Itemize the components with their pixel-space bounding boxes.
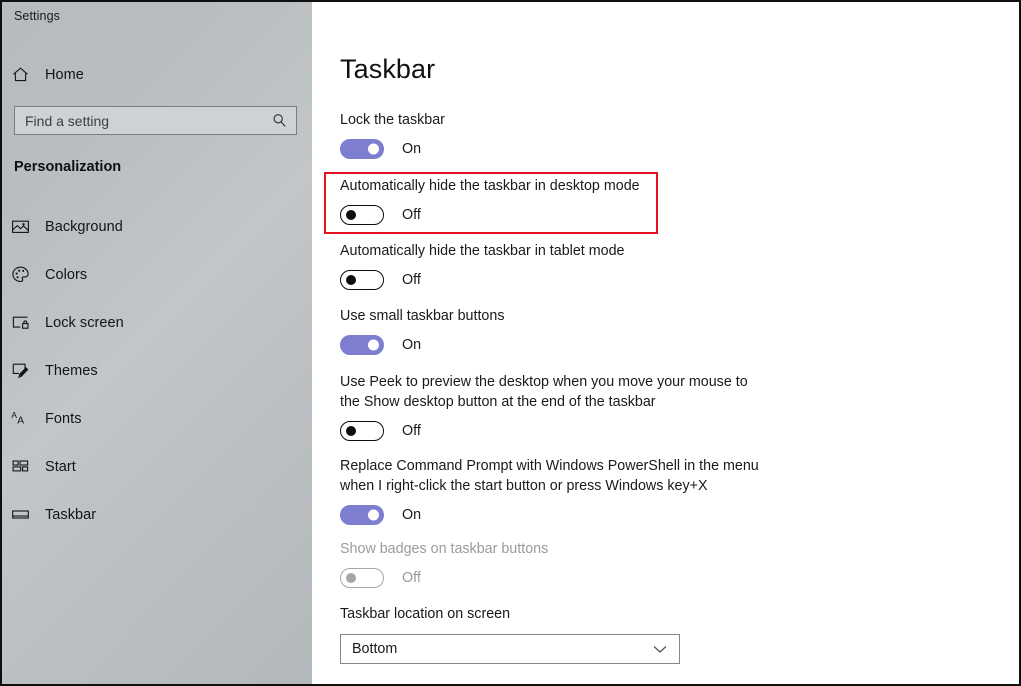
search-icon	[272, 113, 287, 128]
sidebar-item-home[interactable]: Home	[2, 59, 312, 90]
taskbar-icon	[11, 505, 45, 524]
lock-screen-icon	[11, 313, 45, 332]
settings-window: Settings Home Personalization	[0, 0, 1021, 686]
sidebar-item-themes[interactable]: Themes	[2, 355, 312, 386]
setting-label: Automatically hide the taskbar in tablet…	[340, 243, 625, 259]
toggle-row: Off	[340, 568, 548, 588]
search-input[interactable]	[25, 107, 255, 134]
toggle-state-label: Off	[402, 272, 421, 288]
sidebar-item-fonts-label: Fonts	[45, 410, 82, 427]
palette-icon	[11, 265, 45, 284]
brush-icon	[11, 361, 45, 380]
image-icon	[11, 217, 45, 236]
setting-auto-hide-desktop-mode: Automatically hide the taskbar in deskto…	[340, 176, 640, 225]
toggle-row: On	[340, 139, 445, 159]
home-icon	[11, 65, 45, 84]
setting-use-small-taskbar-buttons: Use small taskbar buttons On	[340, 306, 504, 355]
svg-text:A: A	[17, 415, 24, 426]
setting-label: Taskbar location on screen	[340, 606, 511, 622]
dropdown-selected-value: Bottom	[352, 641, 398, 657]
setting-show-badges: Show badges on taskbar buttons Off	[340, 539, 548, 588]
setting-label: Use small taskbar buttons	[340, 308, 505, 324]
toggle-state-label: Off	[402, 570, 421, 586]
page-title: Taskbar	[340, 54, 436, 84]
toggle-state-label: On	[402, 337, 422, 353]
window-title: Settings	[14, 9, 60, 23]
toggle-row: Off	[340, 421, 770, 441]
toggle-state-label: On	[402, 507, 422, 523]
setting-label: Automatically hide the taskbar in deskto…	[340, 178, 640, 194]
main-content: Taskbar Lock the taskbar On Automaticall…	[312, 2, 1019, 684]
sidebar-item-background[interactable]: Background	[2, 211, 312, 242]
setting-label: Lock the taskbar	[340, 112, 445, 128]
setting-taskbar-location: Taskbar location on screen Bottom	[340, 604, 680, 664]
sidebar-item-taskbar-label: Taskbar	[45, 506, 97, 523]
chevron-down-icon	[653, 645, 667, 654]
setting-label: Replace Command Prompt with Windows Powe…	[340, 458, 759, 494]
sidebar-item-background-label: Background	[45, 218, 123, 235]
setting-lock-the-taskbar: Lock the taskbar On	[340, 110, 445, 159]
setting-replace-command-prompt: Replace Command Prompt with Windows Powe…	[340, 456, 770, 525]
setting-label: Show badges on taskbar buttons	[340, 541, 549, 557]
taskbar-location-dropdown[interactable]: Bottom	[340, 634, 680, 664]
sidebar-item-colors-label: Colors	[45, 266, 88, 283]
sidebar-item-lock-screen-label: Lock screen	[45, 314, 124, 331]
sidebar-item-start[interactable]: Start	[2, 451, 312, 482]
toggle-use-peek[interactable]	[340, 421, 384, 441]
toggle-state-label: Off	[402, 207, 421, 223]
toggle-row: On	[340, 335, 504, 355]
toggle-row: Off	[340, 205, 640, 225]
toggle-state-label: On	[402, 141, 422, 157]
toggle-auto-hide-desktop-mode[interactable]	[340, 205, 384, 225]
category-heading: Personalization	[14, 159, 122, 175]
toggle-use-small-taskbar-buttons[interactable]	[340, 335, 384, 355]
sidebar: Settings Home Personalization	[2, 2, 312, 684]
toggle-lock-the-taskbar[interactable]	[340, 139, 384, 159]
toggle-replace-command-prompt[interactable]	[340, 505, 384, 525]
toggle-auto-hide-tablet-mode[interactable]	[340, 270, 384, 290]
toggle-row: Off	[340, 270, 625, 290]
setting-label: Use Peek to preview the desktop when you…	[340, 374, 748, 410]
sidebar-item-fonts[interactable]: A A Fonts	[2, 403, 312, 434]
toggle-state-label: Off	[402, 423, 421, 439]
fonts-icon: A A	[11, 409, 45, 428]
sidebar-item-start-label: Start	[45, 458, 76, 475]
sidebar-item-lock-screen[interactable]: Lock screen	[2, 307, 312, 338]
setting-auto-hide-tablet-mode: Automatically hide the taskbar in tablet…	[340, 241, 625, 290]
setting-use-peek: Use Peek to preview the desktop when you…	[340, 372, 770, 441]
sidebar-item-home-label: Home	[45, 66, 84, 83]
sidebar-item-colors[interactable]: Colors	[2, 259, 312, 290]
sidebar-item-taskbar[interactable]: Taskbar	[2, 499, 312, 530]
sidebar-item-themes-label: Themes	[45, 362, 98, 379]
toggle-row: On	[340, 505, 770, 525]
start-tiles-icon	[11, 457, 45, 476]
toggle-show-badges	[340, 568, 384, 588]
search-box[interactable]	[14, 106, 297, 135]
